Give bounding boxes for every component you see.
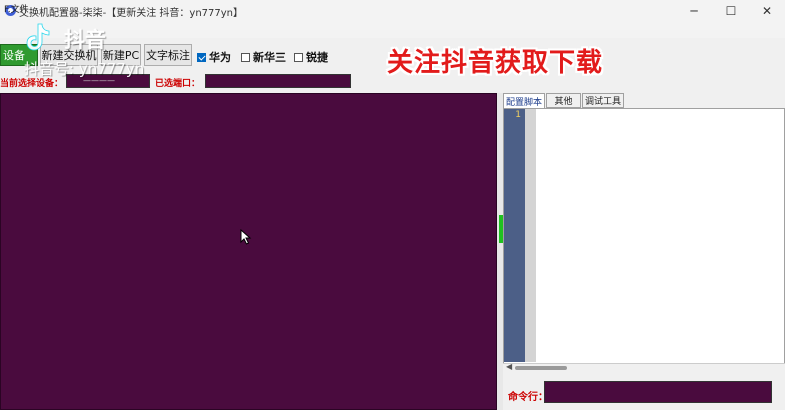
watermark-account-id: 抖音号: yn777yn [24,60,145,78]
line-number: 1 [515,110,521,120]
checkbox-ruijie-box[interactable] [294,52,303,62]
editor-gutter [504,109,525,362]
text-annotation-button[interactable]: 文字标注 [144,44,192,66]
tab-config-script[interactable]: 配置脚本 [503,93,545,109]
editor-fold-margin [525,109,536,362]
checkbox-huawei[interactable]: 华为 [197,49,231,65]
window-title: 交换机配置器-柒柒-【更新关注 抖音：yn777yn】 [19,8,243,19]
selected-port-label: 已选端口： [155,79,201,89]
topology-canvas[interactable] [0,93,497,410]
menu-bar [0,22,785,38]
checkbox-h3c-box[interactable] [241,52,250,62]
watermark-app-name: 抖音 [64,28,106,52]
minimize-button[interactable]: ─ [677,0,711,22]
menu-file[interactable]: F.文件 [4,2,29,15]
checkbox-huawei-box[interactable] [197,52,206,62]
promo-banner: 关注抖音获取下载 [387,48,604,78]
checkbox-ruijie[interactable]: 锐捷 [294,49,328,65]
checkbox-h3c[interactable]: 新华三 [241,49,286,65]
maximize-button[interactable]: ☐ [714,0,748,22]
checkbox-huawei-label: 华为 [209,51,231,64]
selected-port-field [205,74,351,88]
mouse-pointer-icon [240,229,252,245]
tiktok-logo-icon [26,23,50,51]
tab-debug-tools[interactable]: 调试工具 [582,93,624,108]
config-script-editor[interactable] [503,108,785,364]
command-line-input[interactable] [544,381,772,403]
scrollbar-thumb[interactable] [515,366,567,370]
command-line-label: 命令行： [508,392,548,403]
close-button[interactable]: ✕ [750,0,784,22]
tab-other[interactable]: 其他 [546,93,581,108]
checkbox-h3c-label: 新华三 [253,51,286,64]
scroll-left-icon[interactable]: ◀ [506,362,512,371]
checkbox-ruijie-label: 锐捷 [306,51,328,64]
